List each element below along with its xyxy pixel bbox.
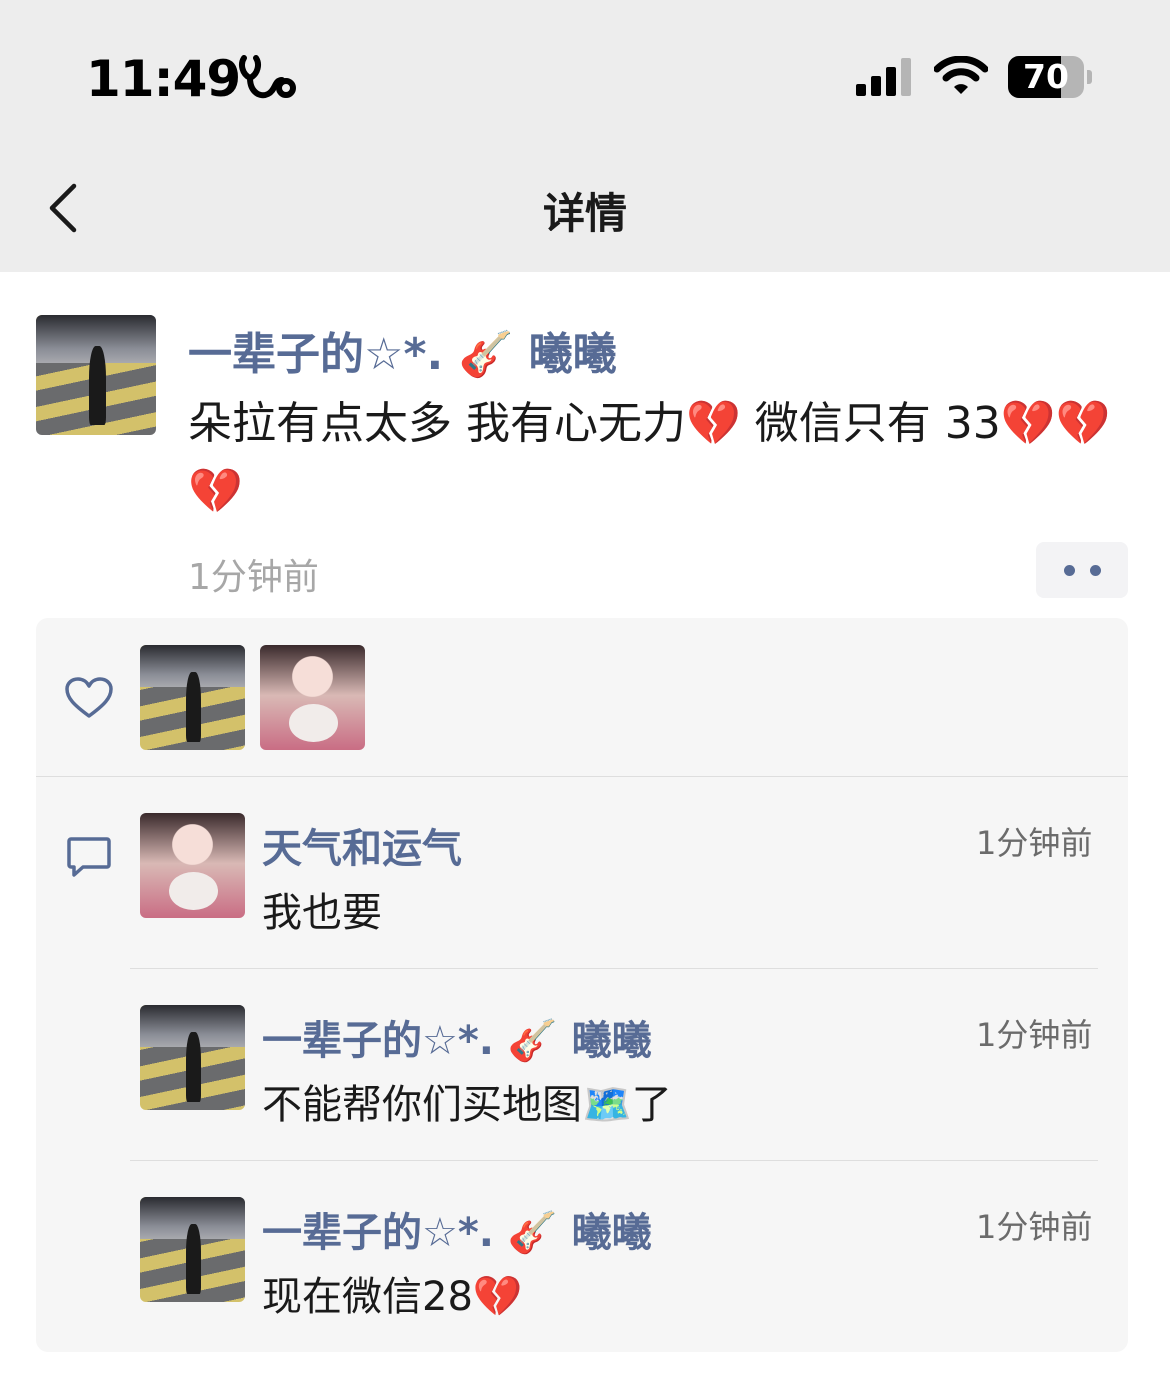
nav-bar: 详情 [0,140,1170,272]
comment-avatar[interactable] [140,1005,245,1110]
comment-avatar[interactable] [140,813,245,918]
like-avatar-street-photo[interactable] [140,645,245,750]
comment-timestamp: 1分钟前 [976,824,1093,862]
like-avatar-girl-plush[interactable] [260,645,365,750]
comment-divider [130,1160,1098,1161]
status-bar: 11:49 70 [0,0,1170,140]
comment-author-name[interactable]: 一辈子的☆*. 🎸 曦曦 [262,1200,652,1258]
panel-divider [36,776,1128,777]
comment-text[interactable]: 现在微信28💔 [262,1264,523,1322]
comment-text[interactable]: 我也要 [262,880,382,938]
page-title: 详情 [542,189,627,238]
battery-cap [1087,70,1092,84]
wifi-icon [934,56,988,94]
dot-icon [1090,565,1101,576]
dot-icon [1064,565,1075,576]
comment-text[interactable]: 不能帮你们买地图🗺️了 [262,1072,672,1130]
battery-icon: 70 [1008,56,1084,98]
comment-timestamp: 1分钟前 [976,1016,1093,1054]
comment-divider [130,968,1098,969]
more-options-button[interactable] [1036,542,1128,598]
cellular-signal-icon [856,58,911,96]
comment-avatar[interactable] [140,1197,245,1302]
status-time: 11:49 [86,50,241,108]
battery-level: 70 [1023,57,1069,96]
post-author-name[interactable]: 一辈子的☆*. 🎸 曦曦 [188,318,617,382]
post-timestamp: 1分钟前 [188,557,319,598]
post-author-avatar[interactable] [36,315,156,435]
comment-author-name[interactable]: 一辈子的☆*. 🎸 曦曦 [262,1008,652,1066]
comment-author-name[interactable]: 天气和运气 [262,816,462,874]
stethoscope-icon [239,55,296,99]
comment-timestamp: 1分钟前 [976,1208,1093,1246]
comment-bubble-icon [67,837,111,877]
heart-outline-icon [65,677,113,718]
post-text: 朵拉有点太多 我有心无力💔 微信只有 33💔💔💔 [188,398,1111,517]
